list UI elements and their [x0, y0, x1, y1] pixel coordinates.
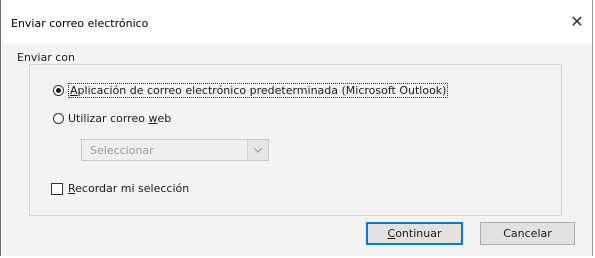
mnemonic-r: R: [68, 182, 76, 195]
webmail-select[interactable]: Seleccionar: [81, 139, 269, 161]
send-email-dialog: Enviar correo electrónico ✕ Enviar con A…: [0, 0, 593, 256]
continue-button-label: Continuar: [387, 227, 442, 240]
mnemonic-w: w: [148, 112, 158, 125]
title-bar: Enviar correo electrónico ✕: [1, 0, 592, 44]
radio-button-checked[interactable]: [53, 85, 64, 96]
cancel-button[interactable]: Cancelar: [480, 222, 575, 245]
radio-label-webmail: Utilizar correo web: [68, 112, 172, 125]
remember-selection-label: Recordar mi selección: [68, 182, 190, 195]
webmail-select-value: Seleccionar: [90, 144, 154, 157]
remember-selection-checkbox[interactable]: [51, 182, 63, 195]
dialog-title: Enviar correo electrónico: [11, 17, 149, 30]
radio-label-default-mail-app: Aplicación de correo electrónico predete…: [68, 83, 449, 98]
chevron-down-icon[interactable]: [247, 140, 268, 160]
remember-selection-row[interactable]: Recordar mi selección: [51, 182, 189, 195]
close-icon[interactable]: ✕: [568, 13, 586, 31]
cancel-button-label: Cancelar: [503, 227, 552, 240]
radio-default-mail-app[interactable]: Aplicación de correo electrónico predete…: [53, 83, 449, 98]
radio-webmail[interactable]: Utilizar correo web: [53, 112, 171, 125]
send-with-legend: Enviar con: [15, 51, 77, 64]
radio-label-rest: plicación de correo electrónico predeter…: [77, 84, 447, 97]
mnemonic-a: A: [70, 84, 78, 97]
radio-button-unchecked[interactable]: [53, 113, 64, 124]
continue-button[interactable]: Continuar: [366, 222, 463, 245]
